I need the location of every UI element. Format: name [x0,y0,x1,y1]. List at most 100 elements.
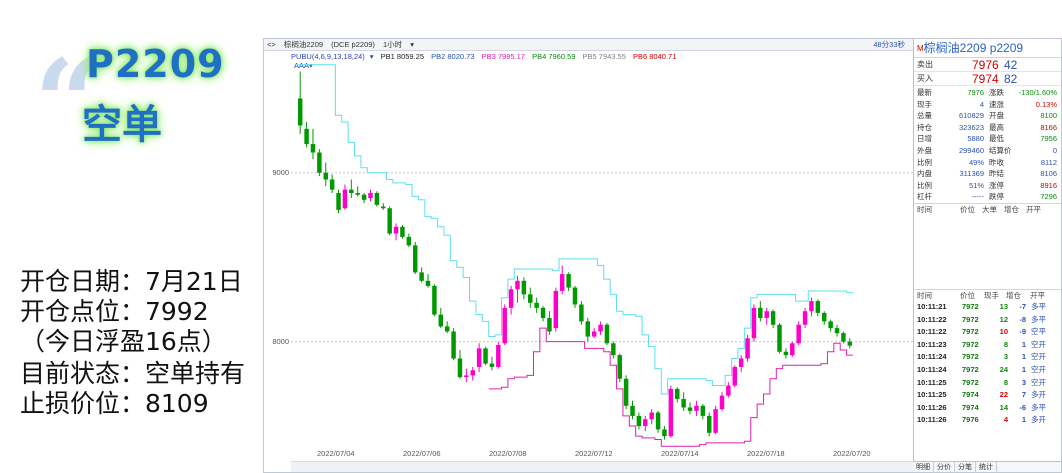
tick-price: 7972 [962,301,979,311]
tick-oi: 3 [1021,377,1026,387]
stat-row: 总量 610829 开盘 8100 [914,110,1061,122]
countdown-label: 48分33秒 [873,40,905,49]
candle-body [738,358,744,367]
stat-label: 内盘 [917,169,932,179]
tick-row: 10:11:26 7974 14 -6 多平 [914,402,1061,415]
stat-label: 跌停 [989,192,1004,202]
stat-value: 610829 [958,111,984,121]
tick-type: 空开 [1031,352,1046,362]
y-tick-label: 9000 [272,167,289,177]
tick-vol: 8 [1003,339,1008,349]
candle-body [611,343,616,356]
stat-value: 0.13% [1035,99,1057,109]
sync-icon[interactable]: <> [267,40,276,49]
stat-row: 内盘 311369 昨结 8106 [914,168,1061,180]
tick-type: 多平 [1031,402,1046,412]
candle-body [591,331,597,337]
indicator-name[interactable]: PUBU(4,6,9,13,18,24) ▾ [291,52,374,61]
candle-body [687,407,693,411]
x-tick-label: 2022/07/12 [575,449,613,458]
tick-price: 7972 [962,364,979,374]
candle-body [304,128,309,145]
market-badge-icon: M [917,44,924,53]
candle-body [521,280,527,295]
stat-label: 比例 [917,180,932,190]
candle-body [847,341,853,346]
x-tick-label: 2022/07/14 [661,449,699,458]
candle-body [361,194,367,200]
candle-body [598,324,603,332]
stat-label: 外盘 [917,145,932,155]
tick-time: 10:11:25 [917,390,947,400]
ask-row[interactable]: 卖出 7976 42 [914,58,1061,72]
tab-detail[interactable]: 明细 [913,462,934,473]
tick-row: 10:11:25 7974 22 7 多开 [914,389,1061,402]
tick-row: 10:11:22 7972 12 -8 多平 [914,314,1061,327]
stat-value: 0 [1052,145,1057,155]
candle-body [815,301,821,313]
stat-label: 昨收 [989,157,1004,167]
horizontal-scrollbar[interactable] [291,461,913,472]
candlestick-chart[interactable] [291,63,913,448]
stat-row: 比例 51% 涨停 8916 [914,180,1061,192]
candle-body [355,193,360,195]
tick-row: 10:11:25 7972 8 3 空开 [914,377,1061,390]
bid-row[interactable]: 买入 7974 82 [914,72,1061,86]
candle-body [528,294,533,303]
indicator-pb6: PB6 8040.71 [633,52,677,61]
promo-position-side: 空单 [82,102,162,148]
tick-type: 多开 [1031,390,1046,400]
tick-vol: 24 [999,364,1008,374]
candle-body [655,412,661,430]
candle-body [559,274,565,291]
promo-contract-code: P2209 [86,42,225,86]
candle-body [809,301,814,312]
candle-body [706,415,712,433]
tick-price: 7972 [962,377,979,387]
candle-body [508,289,514,308]
candle-body [643,419,648,427]
period-selector[interactable]: 1小时 ▾ [383,40,414,49]
candle-body [822,312,827,322]
tab-ticks[interactable]: 分笔 [955,462,976,473]
stat-value: 4 [979,99,984,109]
tick-time: 10:11:26 [917,415,947,425]
candle-body [745,338,750,359]
tick-row: 10:11:24 7972 3 1 空开 [914,351,1061,364]
detail-tabs: 明细 分价 分笔 统计 [913,461,1061,473]
tick-time: 10:11:26 [917,402,947,412]
candle-body [758,307,763,318]
y-tick-label: 8000 [272,336,289,346]
stat-label: 速涨 [989,99,1004,109]
indicator-bar: PUBU(4,6,9,13,18,24) ▾ PB1 8059.25 PB2 80… [291,51,911,62]
tick-time: 10:11:23 [917,339,947,349]
tab-stats[interactable]: 统计 [976,462,997,473]
ask-price: 7976 [972,58,999,72]
candle-body [297,98,303,126]
candle-body [828,321,833,329]
tick-oi: 1 [1021,364,1026,374]
candle-body [336,193,341,210]
tab-price-dist[interactable]: 分价 [934,462,955,473]
candle-body [476,348,482,367]
candle-body [444,326,450,332]
candle-body [566,274,571,288]
contract-title[interactable]: 棕榈油2209 [284,40,323,49]
x-tick-label: 2022/07/08 [489,449,527,458]
stat-label: 比例 [917,157,932,167]
stat-label: 昨结 [989,169,1004,179]
col-price: 价位 [960,204,975,214]
candle-body [489,363,495,367]
tick-time: 10:11:24 [917,352,947,362]
stat-value: 7296 [1040,192,1057,202]
candle-body [726,385,731,396]
tick-time: 10:11:25 [917,377,947,387]
indicator-pb1: PB1 8059.25 [380,52,425,61]
tick-oi: -6 [1019,402,1026,412]
tick-time: 10:11:21 [917,301,947,311]
big-order-header: 时间 价位 大单 增仓 开平 [914,202,1061,215]
stat-value: -130/1.60% [1018,88,1057,97]
stat-value: 8106 [1040,169,1057,179]
candle-body [694,405,699,411]
tick-type: 空开 [1031,364,1046,374]
